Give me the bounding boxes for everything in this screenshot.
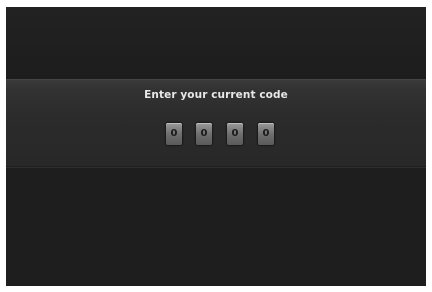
bottom-empty-area [6,168,426,286]
code-digit-2[interactable]: 0 [196,123,212,145]
code-digit-1[interactable]: 0 [166,123,182,145]
code-digit-group: 0 0 0 0 [166,123,276,145]
code-prompt-label: Enter your current code [144,89,288,101]
code-digit-4[interactable]: 0 [258,123,274,145]
code-digit-3[interactable]: 0 [227,123,243,145]
pin-entry-screen: Enter your current code 0 0 0 0 [6,7,426,286]
top-empty-area [6,7,426,79]
